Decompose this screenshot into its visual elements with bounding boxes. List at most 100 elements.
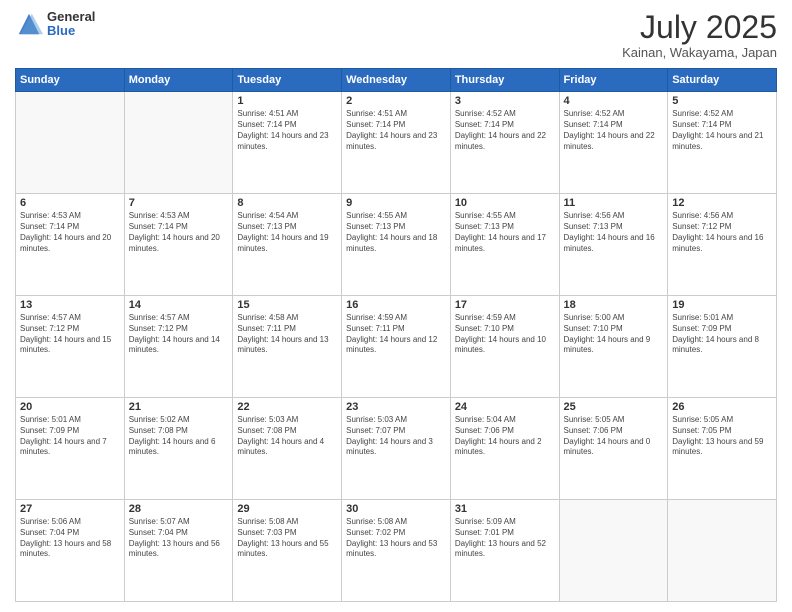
- calendar-cell-15: 15 Sunrise: 4:58 AM Sunset: 7:11 PM Dayli…: [233, 296, 342, 398]
- calendar-cell-16: 16 Sunrise: 4:59 AM Sunset: 7:11 PM Dayli…: [342, 296, 451, 398]
- day-number: 22: [237, 401, 337, 413]
- calendar-cell-26: 26 Sunrise: 5:05 AM Sunset: 7:05 PM Dayli…: [668, 398, 777, 500]
- day-number: 18: [564, 299, 664, 311]
- day-detail: Sunrise: 4:51 AM Sunset: 7:14 PM Dayligh…: [346, 109, 446, 152]
- day-detail: Sunrise: 5:03 AM Sunset: 7:08 PM Dayligh…: [237, 415, 337, 458]
- calendar-cell-31: 31Sunrise: 5:09 AM Sunset: 7:01 PM Dayli…: [450, 500, 559, 602]
- day-number: 20: [20, 401, 120, 413]
- calendar-cell-1: 1 Sunrise: 4:51 AM Sunset: 7:14 PM Daylig…: [233, 92, 342, 194]
- day-detail: Sunrise: 5:03 AM Sunset: 7:07 PM Dayligh…: [346, 415, 446, 458]
- calendar-cell-5: 5 Sunrise: 4:52 AM Sunset: 7:14 PM Daylig…: [668, 92, 777, 194]
- day-detail: Sunrise: 5:05 AM Sunset: 7:06 PM Dayligh…: [564, 415, 664, 458]
- day-number: 5: [672, 95, 772, 107]
- calendar-week-2: 13Sunrise: 4:57 AM Sunset: 7:12 PM Dayli…: [16, 296, 777, 398]
- calendar-header-wednesday: Wednesday: [342, 69, 451, 92]
- day-detail: Sunrise: 4:52 AM Sunset: 7:14 PM Dayligh…: [672, 109, 772, 152]
- day-number: 30: [346, 503, 446, 515]
- month-title: July 2025: [622, 10, 777, 45]
- calendar-week-0: 1 Sunrise: 4:51 AM Sunset: 7:14 PM Daylig…: [16, 92, 777, 194]
- day-detail: Sunrise: 4:58 AM Sunset: 7:11 PM Dayligh…: [237, 313, 337, 356]
- calendar-cell-11: 11 Sunrise: 4:56 AM Sunset: 7:13 PM Dayli…: [559, 194, 668, 296]
- calendar-header-tuesday: Tuesday: [233, 69, 342, 92]
- day-number: 14: [129, 299, 229, 311]
- day-number: 11: [564, 197, 664, 209]
- logo-blue-text: Blue: [47, 24, 95, 38]
- calendar-cell-empty: [559, 500, 668, 602]
- day-detail: Sunrise: 4:53 AM Sunset: 7:14 PM Dayligh…: [20, 211, 120, 254]
- calendar-cell-18: 18 Sunrise: 5:00 AM Sunset: 7:10 PM Dayli…: [559, 296, 668, 398]
- calendar-cell-22: 22 Sunrise: 5:03 AM Sunset: 7:08 PM Dayli…: [233, 398, 342, 500]
- day-detail: Sunrise: 5:06 AM Sunset: 7:04 PM Dayligh…: [20, 517, 120, 560]
- day-number: 6: [20, 197, 120, 209]
- calendar-cell-24: 24Sunrise: 5:04 AM Sunset: 7:06 PM Dayli…: [450, 398, 559, 500]
- calendar-cell-8: 8 Sunrise: 4:54 AM Sunset: 7:13 PM Daylig…: [233, 194, 342, 296]
- day-number: 29: [237, 503, 337, 515]
- calendar-week-1: 6 Sunrise: 4:53 AM Sunset: 7:14 PM Daylig…: [16, 194, 777, 296]
- calendar-week-4: 27Sunrise: 5:06 AM Sunset: 7:04 PM Dayli…: [16, 500, 777, 602]
- calendar-header-sunday: Sunday: [16, 69, 125, 92]
- day-detail: Sunrise: 5:01 AM Sunset: 7:09 PM Dayligh…: [672, 313, 772, 356]
- day-detail: Sunrise: 4:52 AM Sunset: 7:14 PM Dayligh…: [455, 109, 555, 152]
- calendar-header-thursday: Thursday: [450, 69, 559, 92]
- day-detail: Sunrise: 5:05 AM Sunset: 7:05 PM Dayligh…: [672, 415, 772, 458]
- day-detail: Sunrise: 5:00 AM Sunset: 7:10 PM Dayligh…: [564, 313, 664, 356]
- calendar-cell-empty: [124, 92, 233, 194]
- day-number: 9: [346, 197, 446, 209]
- calendar-cell-29: 29 Sunrise: 5:08 AM Sunset: 7:03 PM Dayli…: [233, 500, 342, 602]
- location: Kainan, Wakayama, Japan: [622, 45, 777, 60]
- logo: General Blue: [15, 10, 95, 39]
- day-number: 1: [237, 95, 337, 107]
- calendar-cell-21: 21 Sunrise: 5:02 AM Sunset: 7:08 PM Dayli…: [124, 398, 233, 500]
- logo-text: General Blue: [47, 10, 95, 39]
- day-detail: Sunrise: 5:08 AM Sunset: 7:03 PM Dayligh…: [237, 517, 337, 560]
- day-detail: Sunrise: 4:55 AM Sunset: 7:13 PM Dayligh…: [455, 211, 555, 254]
- day-detail: Sunrise: 4:54 AM Sunset: 7:13 PM Dayligh…: [237, 211, 337, 254]
- calendar-cell-28: 28 Sunrise: 5:07 AM Sunset: 7:04 PM Dayli…: [124, 500, 233, 602]
- day-number: 17: [455, 299, 555, 311]
- day-number: 8: [237, 197, 337, 209]
- day-number: 21: [129, 401, 229, 413]
- calendar-table: SundayMondayTuesdayWednesdayThursdayFrid…: [15, 68, 777, 602]
- day-number: 26: [672, 401, 772, 413]
- day-detail: Sunrise: 4:53 AM Sunset: 7:14 PM Dayligh…: [129, 211, 229, 254]
- day-number: 16: [346, 299, 446, 311]
- day-detail: Sunrise: 4:59 AM Sunset: 7:11 PM Dayligh…: [346, 313, 446, 356]
- day-detail: Sunrise: 5:09 AM Sunset: 7:01 PM Dayligh…: [455, 517, 555, 560]
- day-number: 19: [672, 299, 772, 311]
- calendar-cell-23: 23Sunrise: 5:03 AM Sunset: 7:07 PM Dayli…: [342, 398, 451, 500]
- page: General Blue July 2025 Kainan, Wakayama,…: [0, 0, 792, 612]
- day-number: 10: [455, 197, 555, 209]
- day-detail: Sunrise: 5:02 AM Sunset: 7:08 PM Dayligh…: [129, 415, 229, 458]
- day-detail: Sunrise: 4:52 AM Sunset: 7:14 PM Dayligh…: [564, 109, 664, 152]
- calendar-cell-25: 25 Sunrise: 5:05 AM Sunset: 7:06 PM Dayli…: [559, 398, 668, 500]
- day-detail: Sunrise: 5:07 AM Sunset: 7:04 PM Dayligh…: [129, 517, 229, 560]
- day-detail: Sunrise: 4:56 AM Sunset: 7:12 PM Dayligh…: [672, 211, 772, 254]
- day-number: 2: [346, 95, 446, 107]
- calendar-header-monday: Monday: [124, 69, 233, 92]
- day-detail: Sunrise: 4:56 AM Sunset: 7:13 PM Dayligh…: [564, 211, 664, 254]
- calendar-cell-9: 9 Sunrise: 4:55 AM Sunset: 7:13 PM Daylig…: [342, 194, 451, 296]
- day-detail: Sunrise: 4:57 AM Sunset: 7:12 PM Dayligh…: [20, 313, 120, 356]
- calendar-cell-30: 30 Sunrise: 5:08 AM Sunset: 7:02 PM Dayli…: [342, 500, 451, 602]
- day-number: 15: [237, 299, 337, 311]
- day-number: 3: [455, 95, 555, 107]
- day-detail: Sunrise: 4:57 AM Sunset: 7:12 PM Dayligh…: [129, 313, 229, 356]
- day-number: 28: [129, 503, 229, 515]
- calendar-cell-6: 6 Sunrise: 4:53 AM Sunset: 7:14 PM Daylig…: [16, 194, 125, 296]
- day-number: 4: [564, 95, 664, 107]
- day-detail: Sunrise: 4:51 AM Sunset: 7:14 PM Dayligh…: [237, 109, 337, 152]
- calendar-cell-2: 2 Sunrise: 4:51 AM Sunset: 7:14 PM Daylig…: [342, 92, 451, 194]
- calendar-cell-17: 17Sunrise: 4:59 AM Sunset: 7:10 PM Dayli…: [450, 296, 559, 398]
- calendar-week-3: 20Sunrise: 5:01 AM Sunset: 7:09 PM Dayli…: [16, 398, 777, 500]
- title-block: July 2025 Kainan, Wakayama, Japan: [622, 10, 777, 60]
- day-number: 7: [129, 197, 229, 209]
- day-detail: Sunrise: 5:08 AM Sunset: 7:02 PM Dayligh…: [346, 517, 446, 560]
- day-number: 25: [564, 401, 664, 413]
- logo-icon: [15, 10, 43, 38]
- day-detail: Sunrise: 4:55 AM Sunset: 7:13 PM Dayligh…: [346, 211, 446, 254]
- calendar-cell-27: 27Sunrise: 5:06 AM Sunset: 7:04 PM Dayli…: [16, 500, 125, 602]
- calendar-header-row: SundayMondayTuesdayWednesdayThursdayFrid…: [16, 69, 777, 92]
- calendar-cell-14: 14 Sunrise: 4:57 AM Sunset: 7:12 PM Dayli…: [124, 296, 233, 398]
- header: General Blue July 2025 Kainan, Wakayama,…: [15, 10, 777, 60]
- calendar-cell-empty: [668, 500, 777, 602]
